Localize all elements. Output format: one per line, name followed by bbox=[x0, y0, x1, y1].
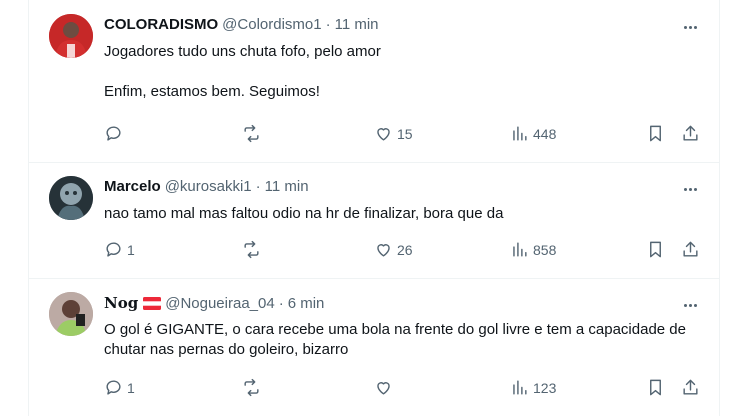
retweet-button[interactable] bbox=[242, 240, 261, 259]
share-button[interactable] bbox=[681, 240, 700, 259]
share-icon bbox=[683, 379, 698, 395]
heart-icon bbox=[377, 382, 390, 395]
user-handle[interactable]: @Nogueiraa_04 bbox=[165, 295, 274, 312]
reply-icon bbox=[106, 242, 121, 257]
retweet-button[interactable] bbox=[242, 378, 261, 397]
timestamp[interactable]: 6 min bbox=[288, 295, 325, 312]
reply-count: 1 bbox=[127, 241, 135, 258]
share-button[interactable] bbox=[681, 378, 700, 397]
bookmark-icon bbox=[650, 241, 661, 258]
tweet-text: Jogadores tudo uns chuta fofo, pelo amor… bbox=[104, 43, 381, 100]
reply-count: 1 bbox=[127, 379, 135, 396]
like-count: 15 bbox=[397, 125, 413, 142]
bookmark-button[interactable] bbox=[646, 240, 665, 259]
bookmark-button[interactable] bbox=[646, 378, 665, 397]
separator-dot: · bbox=[255, 178, 261, 195]
reply-button[interactable] bbox=[104, 124, 127, 143]
display-name[interactable]: N⁠o⁠g bbox=[104, 294, 138, 312]
more-icon[interactable] bbox=[679, 18, 701, 36]
views-button[interactable]: 858 bbox=[510, 240, 556, 259]
like-button[interactable] bbox=[374, 378, 397, 397]
tweet-text: O gol é GIGANTE, o cara recebe uma bola … bbox=[104, 321, 691, 358]
retweet-button[interactable] bbox=[242, 124, 261, 143]
retweet-icon bbox=[244, 240, 259, 259]
like-count: 26 bbox=[397, 241, 413, 258]
reply-icon bbox=[106, 380, 121, 395]
views-icon bbox=[513, 380, 527, 395]
avatar[interactable] bbox=[49, 292, 93, 336]
user-handle[interactable]: @kurosakki1 bbox=[165, 178, 252, 195]
tweet-actions: 1 123 bbox=[29, 378, 719, 402]
views-button[interactable]: 448 bbox=[510, 124, 556, 143]
more-icon[interactable] bbox=[679, 296, 701, 314]
view-count: 123 bbox=[533, 379, 557, 396]
tweet[interactable]: N⁠o⁠g @Nogueiraa_04 · 6 min O gol é GIGA… bbox=[29, 278, 719, 416]
views-button[interactable]: 123 bbox=[510, 378, 556, 397]
views-icon bbox=[513, 126, 527, 141]
timestamp[interactable]: 11 min bbox=[265, 178, 309, 195]
views-icon bbox=[513, 242, 527, 257]
share-button[interactable] bbox=[681, 124, 700, 143]
austria-flag-icon bbox=[143, 296, 162, 310]
retweet-icon bbox=[244, 124, 259, 143]
view-count: 858 bbox=[533, 241, 557, 258]
share-icon bbox=[683, 241, 698, 257]
reply-button[interactable]: 1 bbox=[104, 240, 135, 259]
reply-icon bbox=[106, 126, 121, 141]
bookmark-button[interactable] bbox=[646, 124, 665, 143]
heart-icon bbox=[377, 128, 390, 141]
timeline: COLORADISMO @Colordismo1 · 11 min Jogado… bbox=[28, 0, 720, 416]
bookmark-icon bbox=[650, 379, 661, 396]
avatar[interactable] bbox=[49, 14, 93, 58]
like-button[interactable]: 26 bbox=[374, 240, 413, 259]
share-icon bbox=[683, 125, 698, 141]
user-handle[interactable]: @Colordismo1 bbox=[222, 16, 321, 33]
tweet-header: COLORADISMO @Colordismo1 · 11 min bbox=[104, 16, 379, 33]
tweet[interactable]: COLORADISMO @Colordismo1 · 11 min Jogado… bbox=[29, 0, 719, 163]
avatar[interactable] bbox=[49, 176, 93, 220]
separator-dot: · bbox=[278, 294, 284, 312]
heart-icon bbox=[377, 244, 390, 257]
timestamp[interactable]: 11 min bbox=[335, 16, 379, 33]
tweet[interactable]: Marcelo @kurosakki1 · 11 min nao tamo ma… bbox=[29, 162, 719, 279]
reply-button[interactable]: 1 bbox=[104, 378, 135, 397]
display-name[interactable]: COLORADISMO bbox=[104, 16, 218, 33]
view-count: 448 bbox=[533, 125, 557, 142]
display-name[interactable]: Marcelo bbox=[104, 178, 161, 195]
tweet-header: N⁠o⁠g @Nogueiraa_04 · 6 min bbox=[104, 294, 324, 312]
tweet-actions: 1 26 858 bbox=[29, 240, 719, 264]
bookmark-icon bbox=[650, 125, 661, 142]
tweet-actions: 15 448 bbox=[29, 124, 719, 148]
retweet-icon bbox=[244, 378, 259, 397]
tweet-text: nao tamo mal mas faltou odio na hr de fi… bbox=[104, 205, 504, 222]
separator-dot: · bbox=[325, 16, 331, 33]
tweet-header: Marcelo @kurosakki1 · 11 min bbox=[104, 178, 309, 195]
more-icon[interactable] bbox=[679, 180, 701, 198]
like-button[interactable]: 15 bbox=[374, 124, 413, 143]
